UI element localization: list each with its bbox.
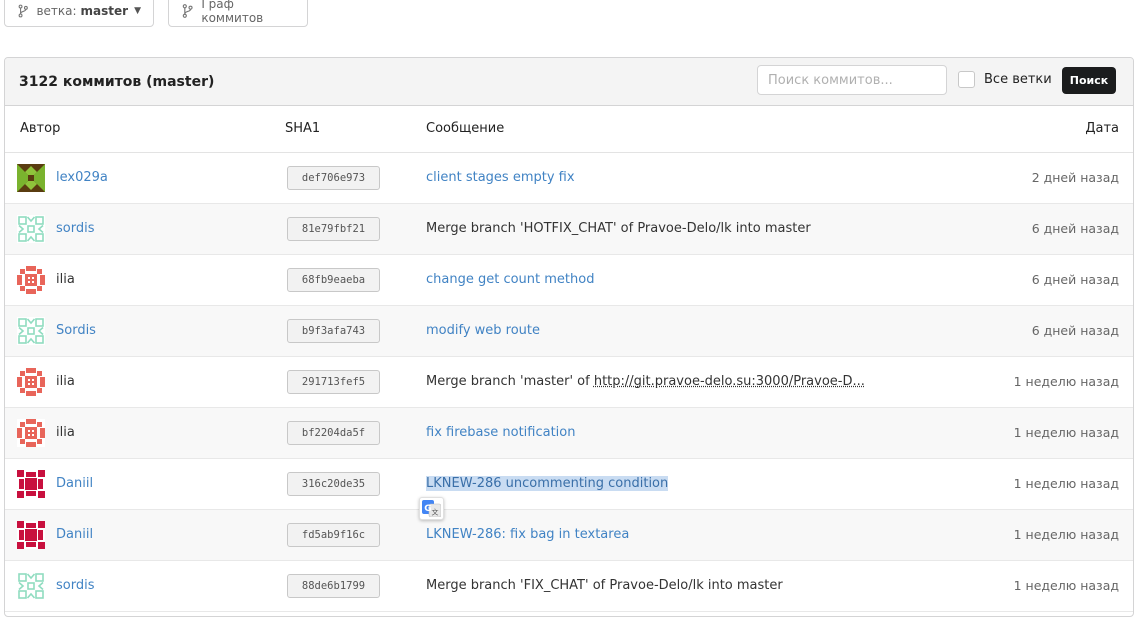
author-link[interactable]: lex029a [56,170,108,185]
column-message: Сообщение [426,106,996,152]
author-link[interactable]: Sordis [56,323,96,338]
commit-graph-button[interactable]: Граф коммитов [168,0,308,27]
table-row: Daniil fd5ab9f16c LKNEW-286: fix bag in … [5,509,1133,560]
author-link[interactable]: sordis [56,221,94,236]
avatar[interactable] [17,521,45,549]
table-row: ilia 68fb9eaeba change get count method … [5,254,1133,305]
table-row: ilia 291713fef5 Merge branch 'master' of… [5,356,1133,407]
avatar [17,368,45,396]
table-row: ilia bf2204da5f fix firebase notificatio… [5,407,1133,458]
author-name: ilia [56,272,75,287]
sha-button[interactable]: bf2204da5f [287,421,380,445]
table-row: Daniil 316c20de35 LKNEW-286 uncommenting… [5,458,1133,509]
table-header-row: Автор SHA1 Сообщение Дата [5,106,1133,152]
table-row: sordis 81e79fbf21 Merge branch 'HOTFIX_C… [5,203,1133,254]
column-date: Дата [996,106,1133,152]
sha-button[interactable]: b9f3afa743 [287,319,380,343]
commits-table: Автор SHA1 Сообщение Дата lex029a def706… [5,106,1133,612]
sha-button[interactable]: 68fb9eaeba [287,268,380,292]
branch-prefix: ветка: [36,4,76,18]
svg-text:文: 文 [432,508,439,517]
commit-date: 6 дней назад [1032,323,1119,338]
author-link[interactable]: Daniil [56,476,93,491]
table-row: lex029a def706e973 client stages empty f… [5,152,1133,203]
avatar [17,419,45,447]
commit-message-link[interactable]: LKNEW-286: fix bag in textarea [426,527,629,542]
graph-icon [181,3,194,19]
column-author: Автор [5,106,285,152]
panel-header: 3122 коммитов (master) Все ветки Поиск [5,58,1133,106]
avatar[interactable] [17,572,45,600]
column-sha: SHA1 [285,106,426,152]
commit-message: Merge branch 'master' of http://git.prav… [426,374,865,389]
avatar[interactable] [17,164,45,192]
commit-date: 2 дней назад [1032,170,1119,185]
branch-icon [17,3,29,19]
all-branches-toggle[interactable]: Все ветки [958,71,1052,88]
branch-name: master [81,4,129,18]
sha-button[interactable]: 291713fef5 [287,370,380,394]
avatar[interactable] [17,470,45,498]
avatar[interactable] [17,215,45,243]
commits-count-title: 3122 коммитов (master) [19,74,214,90]
commit-message-link[interactable]: LKNEW-286 uncommenting condition [426,476,668,491]
translate-glyph: G 文 [422,500,441,517]
all-branches-checkbox[interactable] [958,71,975,88]
translate-icon[interactable]: G 文 [419,497,444,520]
graph-label: Граф коммитов [201,0,295,25]
commit-message-text: Merge branch 'master' of [426,374,594,389]
sha-button[interactable]: 88de6b1799 [287,574,380,598]
commit-date: 1 неделю назад [1014,578,1119,593]
commit-date: 1 неделю назад [1014,476,1119,491]
commit-search-input[interactable] [757,65,947,95]
author-name: ilia [56,374,75,389]
avatar[interactable] [17,317,45,345]
table-row: Sordis b9f3afa743 modify web route 6 дне… [5,305,1133,356]
commit-message-link[interactable]: modify web route [426,323,540,338]
commit-message-link[interactable]: fix firebase notification [426,425,576,440]
commits-panel: 3122 коммитов (master) Все ветки Поиск А… [4,57,1134,617]
commit-message-link[interactable]: client stages empty fix [426,170,575,185]
all-branches-label: Все ветки [984,72,1052,87]
commit-message-link[interactable]: change get count method [426,272,594,287]
commit-message: Merge branch 'HOTFIX_CHAT' of Pravoe-Del… [426,221,811,236]
sha-button[interactable]: fd5ab9f16c [287,523,380,547]
sha-button[interactable]: def706e973 [287,166,380,190]
branch-selector-button[interactable]: ветка: master ▼ [4,0,154,27]
commit-date: 6 дней назад [1032,221,1119,236]
sha-button[interactable]: 81e79fbf21 [287,217,380,241]
caret-down-icon: ▼ [134,6,141,16]
commit-date: 6 дней назад [1032,272,1119,287]
toolbar: ветка: master ▼ Граф коммитов [0,0,1139,57]
commit-date: 1 неделю назад [1014,374,1119,389]
search-button[interactable]: Поиск [1062,67,1116,94]
commit-message-url-link[interactable]: http://git.pravoe-delo.su:3000/Pravoe-D.… [594,374,865,389]
author-name: ilia [56,425,75,440]
avatar [17,266,45,294]
table-row: sordis 88de6b1799 Merge branch 'FIX_CHAT… [5,560,1133,611]
commit-message: Merge branch 'FIX_CHAT' of Pravoe-Delo/l… [426,578,783,593]
author-link[interactable]: Daniil [56,527,93,542]
sha-button[interactable]: 316c20de35 [287,472,380,496]
author-link[interactable]: sordis [56,578,94,593]
commit-date: 1 неделю назад [1014,527,1119,542]
commit-date: 1 неделю назад [1014,425,1119,440]
